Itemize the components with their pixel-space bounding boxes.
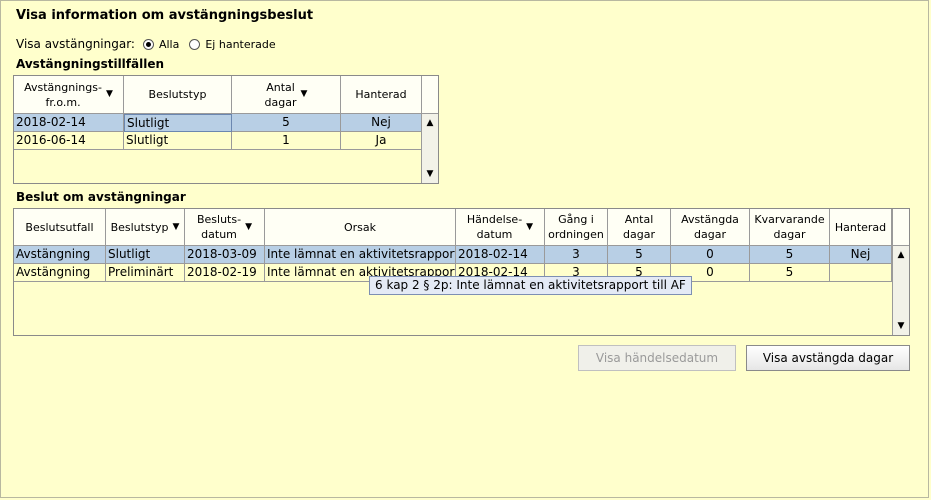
decisions-header-corner <box>892 209 909 246</box>
decisions-header-label: Hanterad <box>834 220 887 234</box>
decisions-header-3[interactable]: Orsak <box>265 209 456 246</box>
table-row[interactable]: 2016-06-14 Slutligt 1 Ja <box>14 132 422 150</box>
arrow-up-icon[interactable]: ▲ <box>894 248 908 262</box>
sort-down-icon[interactable]: ▼ <box>173 220 180 235</box>
decisions-cell[interactable]: 0 <box>671 246 750 264</box>
occasions-cell[interactable]: Nej <box>341 114 422 132</box>
decisions-cell[interactable]: Slutligt <box>106 246 185 264</box>
decisions-header-0[interactable]: Beslutsutfall <box>14 209 106 246</box>
radio-unhandled[interactable]: Ej hanterade <box>189 37 276 51</box>
occasions-header-label: Antal dagar <box>264 80 297 109</box>
show-suspended-days-button[interactable]: Visa avstängda dagar <box>746 345 910 371</box>
decisions-cell[interactable] <box>830 264 892 282</box>
radio-unhandled-label: Ej hanterade <box>205 37 276 51</box>
decisions-header-6[interactable]: Antal dagar <box>608 209 671 246</box>
decisions-cell[interactable]: Preliminärt <box>106 264 185 282</box>
occasions-cell[interactable]: Ja <box>341 132 422 150</box>
occasions-scrollbar[interactable]: ▲ ▼ <box>421 114 438 183</box>
table-row[interactable]: 2018-02-14 Slutligt 5 Nej <box>14 114 422 132</box>
decisions-header-9[interactable]: Hanterad <box>830 209 892 246</box>
occasions-header-1[interactable]: Beslutstyp <box>124 76 232 114</box>
decisions-cell[interactable]: 3 <box>545 246 608 264</box>
show-event-date-button[interactable]: Visa händelsedatum <box>578 345 736 371</box>
decisions-header-label: Gång i ordningen <box>548 213 604 241</box>
radio-unhandled-indicator[interactable] <box>189 38 201 50</box>
decisions-cell[interactable]: Avstängning <box>14 246 106 264</box>
occasions-header-3[interactable]: Hanterad <box>341 76 422 114</box>
page-title: Visa information om avstängningsbeslut <box>16 8 314 23</box>
decisions-cell[interactable]: 5 <box>750 264 830 282</box>
arrow-up-icon[interactable]: ▲ <box>423 116 437 130</box>
decisions-header-label: Antal dagar <box>623 213 655 241</box>
occasions-header-corner <box>421 76 438 114</box>
decisions-cell[interactable]: 5 <box>608 246 671 264</box>
radio-all-indicator[interactable] <box>142 38 154 50</box>
decisions-header-4[interactable]: Händelse- datum ▼ <box>456 209 545 246</box>
sort-down-icon[interactable]: ▼ <box>526 220 533 235</box>
occasions-cell[interactable]: 5 <box>232 114 341 132</box>
sort-down-icon[interactable]: ▼ <box>301 87 308 102</box>
decisions-cell[interactable]: Nej <box>830 246 892 264</box>
decisions-scrollbar[interactable]: ▲ ▼ <box>892 246 909 335</box>
decisions-header-label: Avstängda dagar <box>681 213 739 241</box>
sort-down-icon[interactable]: ▼ <box>106 87 113 102</box>
table-row[interactable]: Avstängning Slutligt 2018-03-09 Inte lämnat… <box>14 246 892 264</box>
orsak-tooltip: 6 kap 2 § 2p: Inte lämnat en aktivitetsr… <box>369 276 692 295</box>
decisions-cell[interactable]: Inte lämnat en aktivitetsrapport... <box>265 246 456 264</box>
decisions-header-label: Kvarvarande dagar <box>754 213 825 241</box>
radio-all[interactable]: Alla <box>142 37 180 51</box>
decisions-header-5[interactable]: Gång i ordningen <box>545 209 608 246</box>
decisions-cell[interactable]: 2018-02-19 <box>185 264 265 282</box>
decisions-cell[interactable]: 2018-02-14 <box>456 246 545 264</box>
filter-row: Visa avstängningar: Alla Ej hanterade <box>16 35 286 53</box>
arrow-down-icon[interactable]: ▼ <box>423 167 437 181</box>
occasions-header-label: Hanterad <box>355 88 407 101</box>
occasions-cell[interactable]: 1 <box>232 132 341 150</box>
filter-label: Visa avstängningar: <box>16 37 135 51</box>
decisions-table: Beslutsutfall Beslutstyp ▼ Besluts- datum ▼ O… <box>13 208 910 336</box>
decisions-title: Beslut om avstängningar <box>16 190 186 204</box>
decisions-cell[interactable]: 2018-03-09 <box>185 246 265 264</box>
radio-all-label: Alla <box>158 37 180 51</box>
occasions-header-label: Avstängnings- fr.o.m. <box>24 80 102 109</box>
occasions-table: Avstängnings- fr.o.m. ▼ Beslutstyp Antal da… <box>13 75 439 184</box>
occasions-cell[interactable]: 2018-02-14 <box>14 114 124 132</box>
sort-down-icon[interactable]: ▼ <box>245 220 252 235</box>
decisions-header-label: Händelse- datum <box>466 213 523 241</box>
decisions-header-1[interactable]: Beslutstyp ▼ <box>106 209 185 246</box>
decisions-cell[interactable]: 5 <box>750 246 830 264</box>
occasions-header-2[interactable]: Antal dagar ▼ <box>232 76 341 114</box>
arrow-down-icon[interactable]: ▼ <box>894 319 908 333</box>
occasions-cell[interactable]: Slutligt <box>124 132 232 150</box>
decisions-header-8[interactable]: Kvarvarande dagar <box>750 209 830 246</box>
decisions-header-7[interactable]: Avstängda dagar <box>671 209 750 246</box>
decisions-cell[interactable]: Avstängning <box>14 264 106 282</box>
decisions-header-label: Beslutsutfall <box>25 220 94 234</box>
decisions-header-label: Orsak <box>343 220 377 234</box>
decisions-header-label: Beslutstyp <box>110 220 169 234</box>
occasions-cell[interactable]: 2016-06-14 <box>14 132 124 150</box>
occasions-cell[interactable]: Slutligt <box>124 114 232 132</box>
occasions-title: Avstängningstillfällen <box>16 57 165 71</box>
occasions-header-0[interactable]: Avstängnings- fr.o.m. ▼ <box>14 76 124 114</box>
decisions-header-2[interactable]: Besluts- datum ▼ <box>185 209 265 246</box>
occasions-header-label: Beslutstyp <box>148 88 207 101</box>
decisions-header-label: Besluts- datum <box>196 213 242 241</box>
